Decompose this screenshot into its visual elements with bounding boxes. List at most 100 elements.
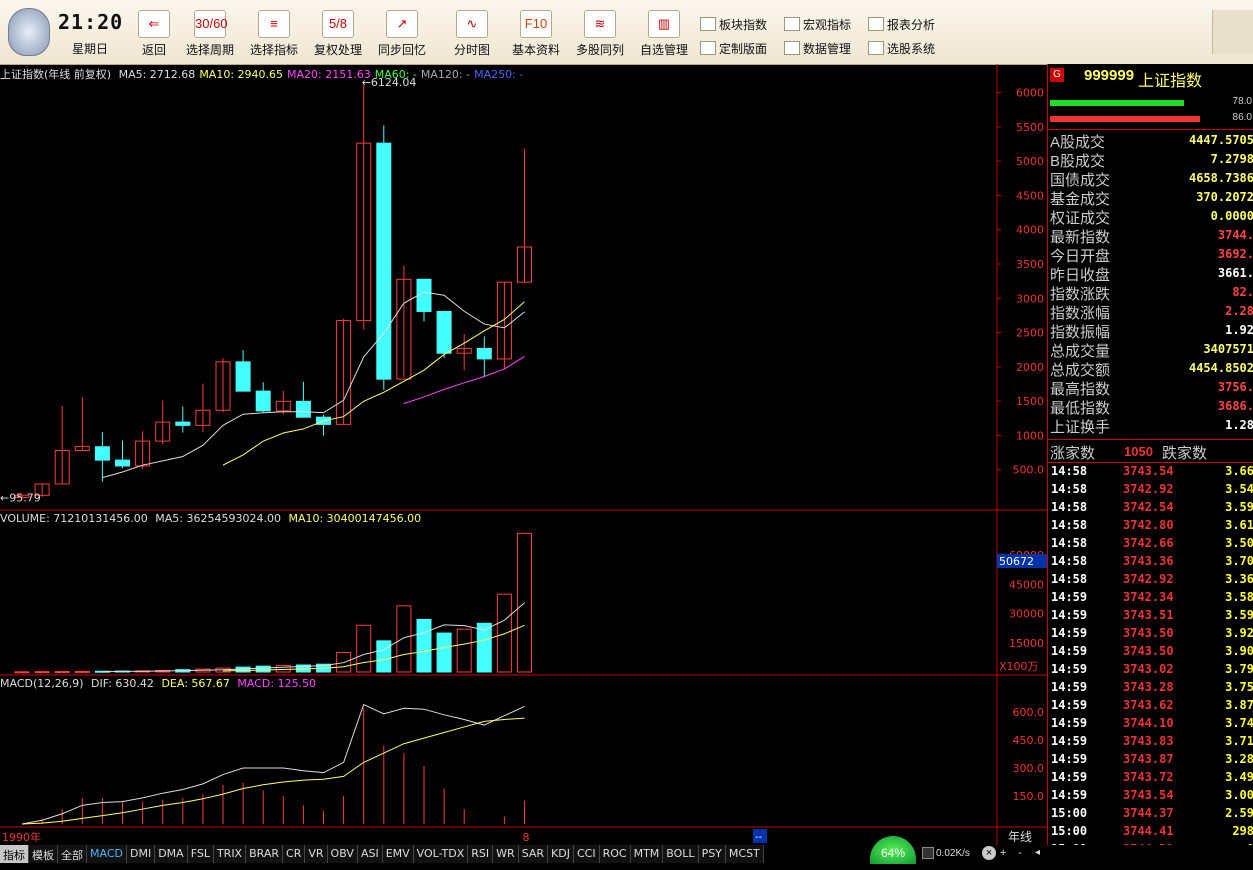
- indicator-tab[interactable]: RSI: [468, 845, 494, 863]
- candle-body: [94, 446, 110, 461]
- indicator-tab[interactable]: CCI: [573, 845, 600, 863]
- indicator-tab[interactable]: TRIX: [213, 845, 247, 863]
- main-chart-title: 上证指数(年线 前复权): [0, 68, 112, 81]
- tick-time: 14:59: [1051, 644, 1088, 658]
- x-axis-start-label: 1990年: [2, 830, 41, 844]
- toolbar-button-7[interactable]: ≋ 多股同列: [570, 10, 630, 58]
- volume-bar: [255, 665, 271, 673]
- dea-line: [21, 717, 525, 825]
- toolbar-button-6[interactable]: F10 基本资料: [506, 10, 566, 58]
- report-icon: [868, 17, 884, 31]
- indicator-tab[interactable]: WR: [493, 845, 519, 863]
- grid-menu-button[interactable]: [1212, 10, 1253, 54]
- toolbar-button-label: 选择周期: [185, 43, 234, 57]
- quote-row-label: 指数振幅: [1050, 324, 1111, 341]
- toolbar-button-8[interactable]: ▥ 自选管理: [634, 10, 694, 58]
- quote-row: 指数涨跌 82.: [1050, 283, 1253, 303]
- tick-time: 14:59: [1051, 626, 1088, 640]
- indicator-tab[interactable]: DMI: [126, 845, 156, 863]
- indicator-tab[interactable]: 全部: [58, 845, 87, 863]
- indicator-tab[interactable]: ROC: [599, 845, 631, 863]
- tick-row: 14:58 3743.36 3.70: [1048, 554, 1253, 572]
- toolbar-link-5[interactable]: 选股系统: [868, 40, 935, 57]
- tick-vol: 3.70: [1225, 554, 1253, 568]
- macd-y-tick-label: 600.0: [1013, 706, 1045, 719]
- tick-vol: 3.74: [1225, 716, 1253, 730]
- tick-time: 14:59: [1051, 698, 1088, 712]
- tick-vol: 3.58: [1225, 590, 1253, 604]
- decline-bar-value: 86.0: [1232, 112, 1252, 123]
- tick-time: 14:59: [1051, 716, 1088, 730]
- layout-icon: [700, 41, 716, 55]
- chart-area[interactable]: 6000 5500 5000 4500 4000 3500 3000 2500 2000 1500…: [0, 64, 1047, 845]
- k-line-chart[interactable]: 6000 5500 5000 4500 4000 3500 3000 2500 2000 1500…: [0, 64, 1047, 845]
- indicator-tab[interactable]: MTM: [630, 845, 664, 863]
- zoom-in-button[interactable]: +: [1000, 847, 1006, 859]
- macd-y-tick-label: 300.0: [1013, 762, 1045, 775]
- zoom-out-button[interactable]: -: [1018, 847, 1022, 859]
- y-tick-label: 6000: [1016, 87, 1044, 100]
- indicator-tab[interactable]: DMA: [155, 845, 188, 863]
- toolbar-button-4[interactable]: ↗ 同步回忆: [372, 10, 432, 58]
- y-tick-label: 2000: [1016, 361, 1044, 374]
- tick-price: 3743.36: [1123, 554, 1174, 568]
- indicator-tab[interactable]: VOL-TDX: [413, 845, 469, 863]
- toolbar-link-1[interactable]: 宏观指标: [784, 16, 851, 33]
- toolbar-button-3[interactable]: 5/8 复权处理: [308, 10, 368, 58]
- quote-row-label: 最新指数: [1050, 229, 1111, 246]
- indicator-tab[interactable]: VR: [305, 845, 328, 863]
- adjust-icon: 5/8: [322, 10, 354, 38]
- x-axis-end-label: 8: [523, 831, 530, 844]
- quote-row-value: 3744.: [1217, 228, 1253, 242]
- indicator-tab[interactable]: OBV: [327, 845, 358, 863]
- tick-vol: 2.59: [1225, 806, 1253, 820]
- indicator-tab[interactable]: BRAR: [246, 845, 284, 863]
- indicator-tab[interactable]: KDJ: [548, 845, 574, 863]
- indicator-tab[interactable]: FSL: [187, 845, 214, 863]
- tick-row: 14:58 3742.66 3.50: [1048, 536, 1253, 554]
- decline-bar: [1050, 116, 1200, 122]
- indicator-tab[interactable]: CR: [283, 845, 306, 863]
- volume-bar: [476, 622, 492, 673]
- quote-row: 最低指数 3686.: [1050, 397, 1253, 417]
- indicator-tab[interactable]: EMV: [382, 845, 414, 863]
- toolbar-button-5[interactable]: ∿ 分时图: [442, 10, 502, 58]
- quote-row-value: 4454.8502: [1188, 361, 1253, 375]
- toolbar-link-2[interactable]: 报表分析: [868, 16, 935, 33]
- quote-row-value: 3661.: [1217, 266, 1253, 280]
- timeshare-icon: ∿: [456, 10, 488, 38]
- indicator-tab[interactable]: SAR: [518, 845, 549, 863]
- indicator-tab[interactable]: PSY: [698, 845, 726, 863]
- indicator-tab[interactable]: 指标: [0, 845, 29, 863]
- macd-y-tick-label: 150.0: [1013, 790, 1045, 803]
- toolbar-link-4[interactable]: 数据管理: [784, 40, 851, 57]
- advance-bar-value: 78.0: [1232, 96, 1252, 107]
- indicator-tab[interactable]: MACD: [87, 845, 127, 863]
- tick-row: 14:58 3743.54 3.66: [1048, 464, 1253, 482]
- quote-row-value: 3407571: [1203, 342, 1253, 356]
- indicator-tab[interactable]: MCST: [725, 845, 764, 863]
- quote-row: 基金成交 370.2072: [1050, 188, 1253, 208]
- volume-bar: [34, 671, 50, 674]
- toolbar-button-1[interactable]: 30/60 选择周期: [180, 10, 240, 58]
- sector-index-icon: [700, 17, 716, 31]
- toolbar-link-0[interactable]: 板块指数: [700, 16, 767, 33]
- toolbar-link-3[interactable]: 定制版面: [700, 40, 767, 57]
- volume-y-tick-label: 30000: [1009, 608, 1044, 621]
- close-icon[interactable]: ×: [982, 846, 996, 860]
- indicator-tab[interactable]: ASI: [357, 845, 383, 863]
- toolbar-button-2[interactable]: ≡ 选择指标: [244, 10, 304, 58]
- toolbar-button-0[interactable]: ⇐ 返回: [124, 10, 184, 58]
- toolbar-button-label: 复权处理: [313, 43, 362, 57]
- indicator-tab[interactable]: 模板: [29, 845, 58, 863]
- tick-price: 3742.92: [1123, 572, 1174, 586]
- quote-row-label: 总成交量: [1050, 343, 1111, 360]
- scroll-left-button[interactable]: ◂: [1035, 847, 1040, 858]
- tick-row: 14:59 3743.50 3.90: [1048, 644, 1253, 662]
- volume-ma5-line: [102, 602, 525, 673]
- indicator-tab[interactable]: BOLL: [663, 845, 699, 863]
- tick-row: 14:59 3743.72 3.49: [1048, 770, 1253, 788]
- sync-icon: ↗: [386, 10, 418, 38]
- ma-label-4: MA120: -: [420, 68, 471, 81]
- period-icon: 30/60: [194, 10, 228, 38]
